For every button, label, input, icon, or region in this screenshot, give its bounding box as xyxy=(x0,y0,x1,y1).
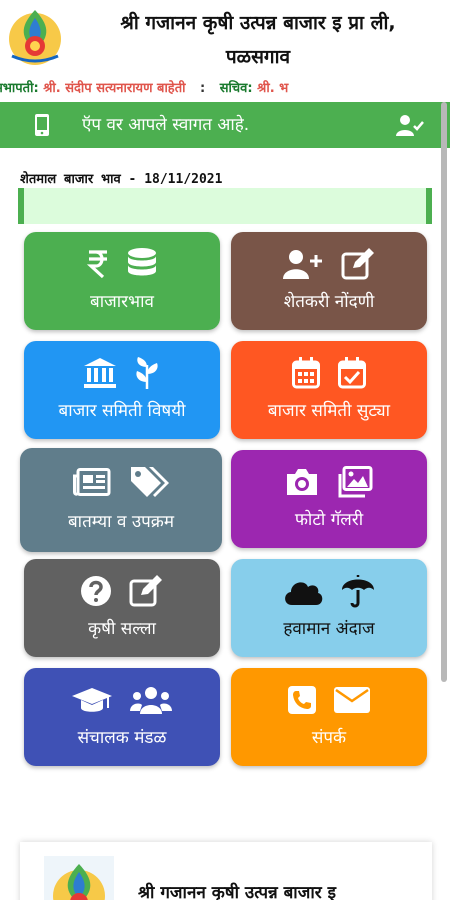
envelope-icon xyxy=(334,687,370,713)
market-holidays-tile[interactable]: बाजार समिती सुट्या xyxy=(231,341,427,439)
officers-separator: : xyxy=(200,81,206,96)
tile-label: बातम्या व उपक्रम xyxy=(67,512,175,532)
rupee-icon xyxy=(87,250,107,279)
tile-label: संपर्क xyxy=(311,728,347,748)
market-rates-tile[interactable]: बाजारभाव xyxy=(24,232,220,330)
user-plus-icon xyxy=(283,250,322,279)
tile-label: शेतकरी नोंदणी xyxy=(283,292,375,312)
tile-label: बाजारभाव xyxy=(90,292,154,312)
footer-title: श्री गजानन कृषी उत्पन्न बाजार इ xyxy=(138,883,336,900)
secretary-label: सचिव: xyxy=(219,81,253,96)
mobile-phone-icon xyxy=(35,114,49,136)
question-circle-icon xyxy=(81,576,111,606)
users-icon xyxy=(130,687,172,714)
chairman-name: श्री. संदीप सत्यनारायण बाहेती xyxy=(43,81,186,96)
farmer-registration-tile[interactable]: शेतकरी नोंदणी xyxy=(231,232,427,330)
photo-gallery-tile[interactable]: फोटो गॅलरी xyxy=(231,450,427,548)
graduation-cap-icon xyxy=(72,688,112,712)
board-of-directors-tile[interactable]: संचालक मंडळ xyxy=(24,668,220,766)
edit-icon xyxy=(129,575,162,607)
tags-icon xyxy=(131,467,169,497)
calendar-icon xyxy=(292,357,320,389)
umbrella-icon xyxy=(342,575,374,608)
page-subtitle: पळसगाव xyxy=(225,46,291,68)
market-logo xyxy=(9,10,61,65)
phone-icon xyxy=(288,686,316,714)
calendar-check-icon xyxy=(338,357,366,389)
contact-tile[interactable]: संपर्क xyxy=(231,668,427,766)
app-header: श्री गजानन कृषी उत्पन्न बाजार इ प्रा ली,… xyxy=(0,0,450,102)
market-rates-ticker xyxy=(18,188,432,224)
page-title: श्री गजानन कृषी उत्पन्न बाजार इ प्रा ली, xyxy=(120,12,396,34)
welcome-text: ऍप वर आपले स्वागत आहे. xyxy=(82,115,250,135)
footer-card: श्री गजानन कृषी उत्पन्न बाजार इ xyxy=(20,842,432,900)
chairman-label: सभापती: xyxy=(0,81,39,96)
welcome-bar: ऍप वर आपले स्वागत आहे. xyxy=(0,102,450,148)
tile-label: बाजार समिती विषयी xyxy=(58,401,186,421)
tile-label: कृषी सल्ला xyxy=(88,619,156,639)
edit-icon xyxy=(341,248,374,280)
weather-forecast-tile[interactable]: हवामान अंदाज xyxy=(231,559,427,657)
secretary-name: श्री. भ xyxy=(257,81,289,96)
cloud-icon xyxy=(285,582,323,605)
market-logo xyxy=(44,856,114,900)
user-check-icon[interactable] xyxy=(396,114,424,136)
tile-label: फोटो गॅलरी xyxy=(294,510,364,530)
tile-label: संचालक मंडळ xyxy=(77,728,167,748)
tile-label: बाजार समिती सुट्या xyxy=(267,401,391,421)
images-icon xyxy=(338,466,373,498)
database-icon xyxy=(128,248,156,276)
about-market-committee-tile[interactable]: बाजार समिती विषयी xyxy=(24,341,220,439)
leaf-icon xyxy=(136,357,158,389)
bank-icon xyxy=(84,358,116,388)
officers-marquee: सभापती: श्री. संदीप सत्यनारायण बाहेती : … xyxy=(0,78,450,98)
agri-advice-tile[interactable]: कृषी सल्ला xyxy=(24,559,220,657)
camera-icon xyxy=(287,469,317,495)
market-rates-title: शेतमाल बाजार भाव - 18/11/2021 xyxy=(20,172,223,187)
tile-label: हवामान अंदाज xyxy=(283,619,375,639)
scrollbar[interactable] xyxy=(441,102,447,682)
newspaper-icon xyxy=(73,468,111,496)
news-activities-tile[interactable]: बातम्या व उपक्रम xyxy=(20,448,222,552)
